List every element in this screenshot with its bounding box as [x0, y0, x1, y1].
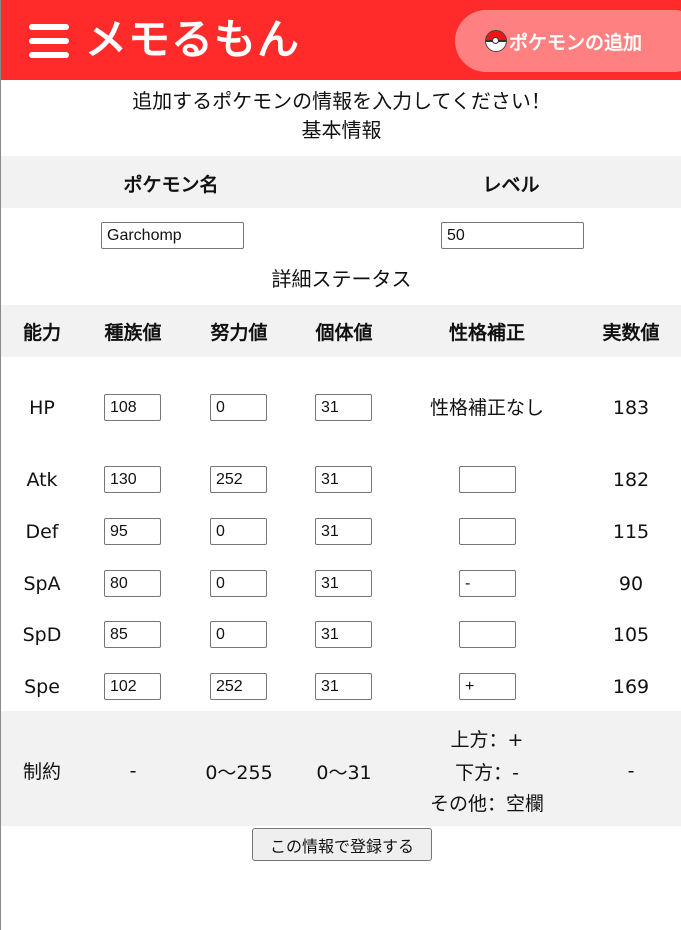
- ev-input[interactable]: [210, 518, 267, 545]
- iv-input[interactable]: [315, 621, 372, 648]
- app-header: メモるもん ポケモンの追加: [1, 0, 681, 80]
- constraint-base: -: [129, 760, 137, 782]
- ev-input[interactable]: [210, 621, 267, 648]
- stat-label: SpD: [22, 624, 62, 646]
- pokeball-icon: [485, 30, 507, 52]
- actual-stat: 169: [612, 676, 650, 698]
- ev-input[interactable]: [210, 466, 267, 493]
- add-pokemon-label: ポケモンの追加: [509, 31, 643, 54]
- intro-text: 追加するポケモンの情報を入力してください！: [132, 89, 551, 113]
- add-pokemon-button[interactable]: ポケモンの追加: [455, 10, 681, 72]
- constraint-actual: -: [627, 760, 635, 782]
- ev-input[interactable]: [210, 570, 267, 597]
- base-stat-input[interactable]: [104, 570, 161, 597]
- constraint-nature-down: 下方：-: [455, 762, 519, 784]
- base-stat-input[interactable]: [104, 466, 161, 493]
- stat-label: Atk: [26, 469, 58, 491]
- actual-stat: 90: [618, 573, 644, 595]
- pokemon-name-input[interactable]: [101, 222, 244, 249]
- app-logo[interactable]: メモるもん: [85, 14, 300, 66]
- constraint-nature-up: 上方：+: [450, 729, 524, 751]
- constraint-iv: 0〜31: [316, 762, 372, 784]
- stat-header-ev: 努力値: [210, 322, 268, 344]
- stat-label: SpA: [23, 573, 61, 595]
- stat-header-ability: 能力: [22, 322, 61, 344]
- base-stat-input[interactable]: [104, 673, 161, 700]
- stat-header-iv: 個体値: [315, 322, 373, 344]
- nature-input[interactable]: [459, 673, 516, 700]
- detail-section-title: 詳細ステータス: [271, 267, 412, 291]
- level-header: レベル: [482, 174, 540, 196]
- constraint-nature-other: その他：空欄: [429, 793, 544, 815]
- ev-input[interactable]: [210, 673, 267, 700]
- nature-input[interactable]: [459, 570, 516, 597]
- iv-input[interactable]: [315, 673, 372, 700]
- register-button[interactable]: この情報で登録する: [252, 828, 432, 861]
- nature-input[interactable]: [459, 518, 516, 545]
- actual-stat: 115: [612, 521, 650, 543]
- level-input[interactable]: [441, 222, 584, 249]
- actual-stat: 182: [612, 469, 650, 491]
- stat-header-actual: 実数値: [602, 322, 660, 344]
- constraint-ev: 0〜255: [205, 762, 273, 784]
- iv-input[interactable]: [315, 518, 372, 545]
- constraints-label: 制約: [22, 761, 61, 783]
- nature-input[interactable]: [459, 621, 516, 648]
- basic-section-title: 基本情報: [301, 118, 382, 142]
- stat-header-base: 種族値: [104, 322, 162, 344]
- ev-input[interactable]: [210, 394, 267, 421]
- actual-stat: 183: [612, 397, 650, 419]
- iv-input[interactable]: [315, 394, 372, 421]
- stat-label: Spe: [24, 676, 60, 698]
- menu-icon[interactable]: [29, 24, 69, 58]
- iv-input[interactable]: [315, 570, 372, 597]
- base-stat-input[interactable]: [104, 621, 161, 648]
- nature-none-text: 性格補正なし: [429, 397, 544, 419]
- stat-label: Def: [25, 521, 59, 543]
- base-stat-input[interactable]: [104, 394, 161, 421]
- iv-input[interactable]: [315, 466, 372, 493]
- pokemon-name-header: ポケモン名: [123, 174, 219, 196]
- nature-input[interactable]: [459, 466, 516, 493]
- actual-stat: 105: [612, 624, 650, 646]
- base-stat-input[interactable]: [104, 518, 161, 545]
- stat-label: HP: [29, 397, 55, 419]
- stat-header-nature: 性格補正: [448, 322, 525, 344]
